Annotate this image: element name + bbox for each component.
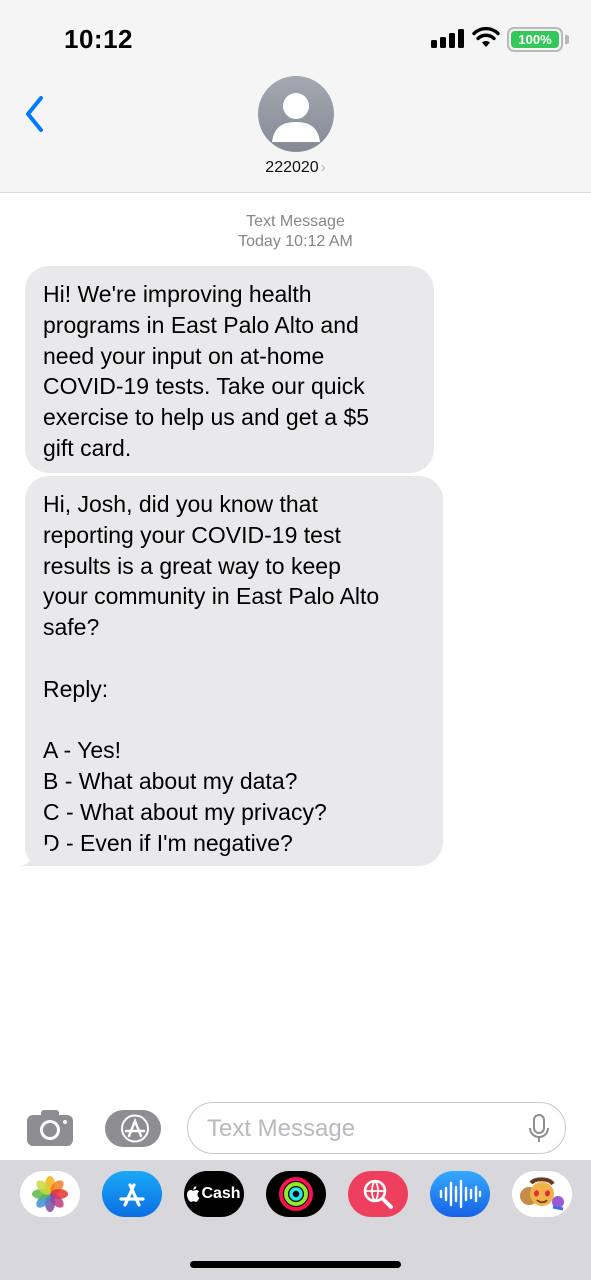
audio-message-app-button[interactable] bbox=[430, 1171, 490, 1217]
received-message-bubble[interactable]: Hi! We're improving health programs in E… bbox=[25, 266, 434, 473]
wifi-icon bbox=[472, 26, 500, 47]
person-silhouette-icon bbox=[272, 93, 320, 142]
web-search-app-button[interactable] bbox=[348, 1171, 408, 1217]
status-time: 10:12 bbox=[64, 24, 133, 54]
back-chevron-icon[interactable] bbox=[22, 94, 48, 134]
message-input[interactable]: Text Message bbox=[187, 1102, 566, 1154]
audio-message-icon bbox=[439, 1179, 482, 1209]
apps-button[interactable] bbox=[105, 1110, 161, 1147]
apple-cash-app-button[interactable]: Cash bbox=[184, 1171, 244, 1217]
contact-name: 222020 bbox=[265, 159, 319, 176]
message-timestamp: Today 10:12 AM bbox=[238, 233, 353, 250]
home-indicator[interactable] bbox=[190, 1261, 401, 1268]
activity-icon bbox=[279, 1177, 313, 1211]
message-type-label: Text Message bbox=[246, 213, 345, 230]
cash-app-label: Cash bbox=[201, 1185, 241, 1202]
contact-name-button[interactable]: 222020 › bbox=[0, 159, 591, 177]
battery-indicator: 100% bbox=[507, 27, 563, 52]
memoji-stickers-app-button[interactable] bbox=[512, 1171, 572, 1217]
battery-cap bbox=[565, 35, 569, 44]
microphone-icon[interactable] bbox=[528, 1114, 550, 1144]
chevron-right-icon: › bbox=[320, 159, 326, 176]
contact-avatar[interactable] bbox=[258, 76, 334, 152]
apple-logo-icon bbox=[187, 1186, 200, 1202]
app-store-icon bbox=[119, 1183, 145, 1207]
photos-app-button[interactable] bbox=[20, 1171, 80, 1217]
conversation-header: 10:12 100% 222020 › bbox=[0, 0, 591, 193]
bubble-tail bbox=[18, 842, 50, 866]
web-search-icon bbox=[363, 1179, 393, 1209]
received-message-bubble[interactable]: Hi, Josh, did you know that reporting yo… bbox=[25, 476, 443, 866]
memoji-stickers-icon bbox=[520, 1177, 564, 1211]
app-store-icon bbox=[121, 1114, 149, 1143]
activity-app-button[interactable] bbox=[266, 1171, 326, 1217]
battery-level: 100% bbox=[511, 31, 559, 48]
camera-icon[interactable] bbox=[26, 1109, 74, 1147]
app-store-app-button[interactable] bbox=[102, 1171, 162, 1217]
message-input-placeholder: Text Message bbox=[207, 1115, 356, 1142]
cellular-signal-icon bbox=[431, 28, 465, 48]
photos-icon bbox=[32, 1176, 68, 1212]
